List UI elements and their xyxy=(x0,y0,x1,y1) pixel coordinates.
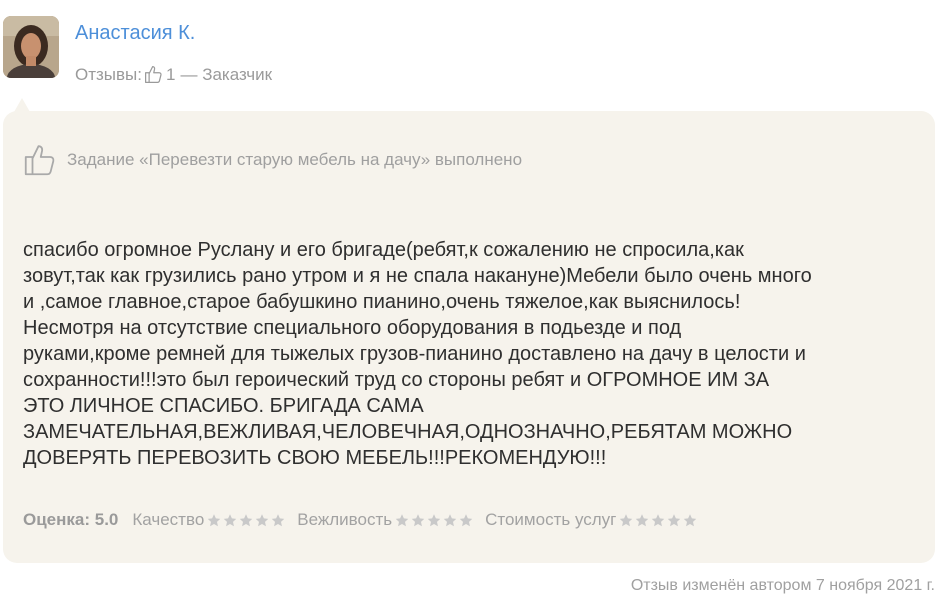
star-icon xyxy=(427,513,441,526)
thumbs-up-icon xyxy=(24,145,55,176)
avatar-photo xyxy=(3,16,59,78)
thumbs-up-icon xyxy=(145,66,162,83)
star-icon xyxy=(224,513,237,526)
star-icon xyxy=(240,513,253,526)
ratings-row: Оценка: 5.0 Качество Вежливость Стоимост… xyxy=(23,510,709,530)
author-meta: Отзывы: 1 — Заказчик xyxy=(75,64,272,85)
rating-cost-label: Стоимость услуг xyxy=(485,510,617,529)
rating-politeness-stars xyxy=(394,513,474,528)
review-text: спасибо огромное Руслану и его бригаде(р… xyxy=(23,239,812,469)
author-name-link[interactable]: Анастасия К. xyxy=(75,22,195,45)
star-icon xyxy=(684,513,697,526)
card-pointer xyxy=(14,98,30,112)
rating-politeness-label: Вежливость xyxy=(297,510,393,529)
star-icon xyxy=(272,513,285,526)
star-icon xyxy=(636,513,649,526)
author-role: — Заказчик xyxy=(180,64,273,84)
star-icon xyxy=(256,513,269,526)
star-icon xyxy=(443,513,457,526)
star-icon xyxy=(411,513,425,526)
task-status: Задание «Перевезти старую мебель на дачу… xyxy=(22,142,522,178)
edited-note: Отзыв изменён автором 7 ноября 2021 г. xyxy=(630,577,935,594)
star-icon xyxy=(620,513,633,526)
rating-quality-label: Качество xyxy=(132,510,205,529)
star-icon xyxy=(668,513,681,526)
reviews-count: 1 xyxy=(166,64,176,84)
star-icon xyxy=(652,513,665,526)
rating-score: Оценка: 5.0 xyxy=(23,510,119,529)
rating-quality-stars xyxy=(206,513,286,528)
star-icon xyxy=(459,513,473,526)
avatar[interactable] xyxy=(3,16,59,78)
task-status-text: Задание «Перевезти старую мебель на дачу… xyxy=(67,150,523,169)
star-icon xyxy=(395,513,409,526)
star-icon xyxy=(208,513,221,526)
rating-cost-stars xyxy=(618,513,698,528)
reviews-label: Отзывы: xyxy=(75,64,142,84)
